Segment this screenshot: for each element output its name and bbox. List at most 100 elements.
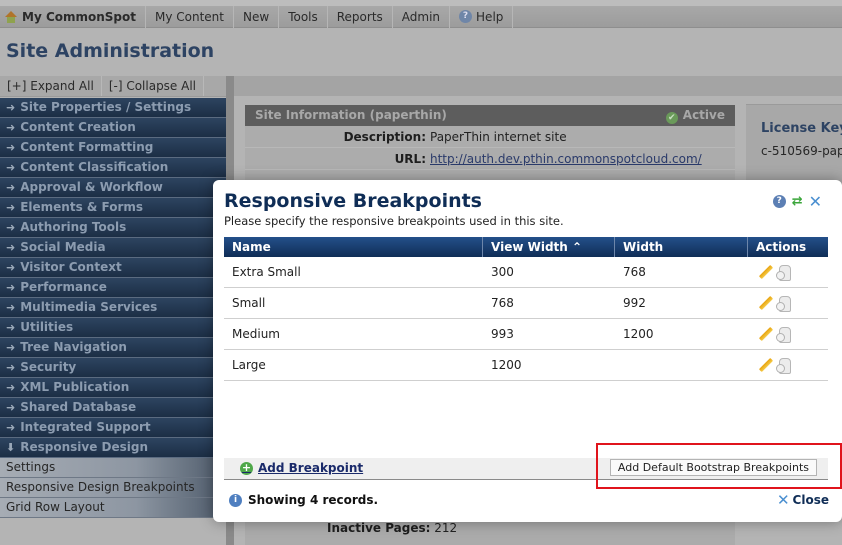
help-icon[interactable]: ? (772, 195, 786, 208)
sidebar-item-shared-database[interactable]: ➜ Shared Database (0, 398, 226, 418)
sidebar-item-content-classification[interactable]: ➜ Content Classification (0, 158, 226, 178)
arrow-right-icon: ➜ (6, 421, 16, 434)
sidebar-item-content-creation[interactable]: ➜ Content Creation (0, 118, 226, 138)
sidebar-item-label: Social Media (20, 240, 106, 254)
status-badge: ✔ Active (665, 105, 725, 126)
page-title: Site Administration (6, 40, 215, 62)
sidebar-item-label: Shared Database (20, 400, 137, 414)
site-info-header: Site Information (paperthin) ✔ Active (245, 105, 735, 126)
site-info-panel: Site Information (paperthin) ✔ Active Des… (245, 105, 735, 185)
sidebar-item-label: Content Classification (20, 160, 169, 174)
table-row: Small 768 992 (224, 288, 828, 319)
sidebar-subitem-settings[interactable]: Settings (0, 458, 226, 478)
site-info-title: Site Information (paperthin) (255, 108, 447, 122)
sidebar-item-integrated-support[interactable]: ➜ Integrated Support (0, 418, 226, 438)
delete-icon[interactable] (776, 326, 791, 343)
sidebar-item-label: Approval & Workflow (20, 180, 163, 194)
sidebar-item-security[interactable]: ➜ Security (0, 358, 226, 378)
sidebar-item-visitor-context[interactable]: ➜ Visitor Context (0, 258, 226, 278)
table-header: Name View Width ⌃ Width Actions (224, 237, 828, 257)
sidebar-item-label: Site Properties / Settings (20, 100, 192, 114)
table-row: Medium 993 1200 (224, 319, 828, 350)
nav-help[interactable]: ? Help (450, 5, 514, 28)
description-label: Description: (343, 130, 426, 144)
expand-all-button[interactable]: [+] Expand All (0, 76, 102, 96)
table-row: Extra Small 300 768 (224, 257, 828, 288)
url-link[interactable]: http://auth.dev.pthin.commonspotcloud.co… (430, 148, 702, 169)
description-value: PaperThin internet site (430, 130, 567, 144)
delete-icon[interactable] (776, 357, 791, 374)
edit-icon[interactable] (758, 265, 773, 280)
arrow-right-icon: ➜ (6, 301, 16, 314)
dialog-action-bar: + Add Breakpoint Add Default Bootstrap B… (224, 458, 828, 480)
edit-icon[interactable] (758, 327, 773, 342)
inactive-pages: Inactive Pages: 212 (327, 521, 457, 535)
column-header-view-width[interactable]: View Width ⌃ (483, 237, 615, 257)
refresh-icon[interactable]: ⇄ (792, 195, 803, 208)
sidebar-item-elements-forms[interactable]: ➜ Elements & Forms (0, 198, 226, 218)
cell-width: 992 (623, 296, 646, 310)
arrow-right-icon: ➜ (6, 361, 16, 374)
check-icon: ✔ (665, 112, 678, 124)
nav-reports[interactable]: Reports (328, 5, 393, 28)
add-breakpoint-link[interactable]: + Add Breakpoint (240, 461, 363, 475)
sidebar-item-label: Authoring Tools (20, 220, 127, 234)
sidebar-subitem-grid-row-layout[interactable]: Grid Row Layout (0, 498, 226, 518)
help-icon: ? (459, 10, 473, 23)
sidebar-item-utilities[interactable]: ➜ Utilities (0, 318, 226, 338)
sidebar-item-site-properties[interactable]: ➜ Site Properties / Settings (0, 98, 226, 118)
status-text: Showing 4 records. (248, 493, 379, 507)
arrow-right-icon: ➜ (6, 201, 16, 214)
nav-tools[interactable]: Tools (279, 5, 328, 28)
add-default-bootstrap-breakpoints-button[interactable]: Add Default Bootstrap Breakpoints (609, 459, 817, 476)
close-icon: ✕ (776, 491, 790, 509)
delete-icon[interactable] (776, 295, 791, 312)
sidebar-item-label: Tree Navigation (20, 340, 127, 354)
sidebar-item-label: Integrated Support (20, 420, 151, 434)
sidebar-item-multimedia-services[interactable]: ➜ Multimedia Services (0, 298, 226, 318)
collapse-all-button[interactable]: [-] Collapse All (102, 76, 205, 96)
sidebar-item-xml-publication[interactable]: ➜ XML Publication (0, 378, 226, 398)
edit-icon[interactable] (758, 296, 773, 311)
sidebar-item-label: XML Publication (20, 380, 130, 394)
column-header-actions: Actions (756, 240, 807, 254)
delete-icon[interactable] (776, 264, 791, 281)
inactive-pages-label: Inactive Pages: (327, 521, 431, 535)
dialog-subtitle: Please specify the responsive breakpoint… (224, 214, 564, 228)
column-header-width[interactable]: Width (615, 237, 748, 257)
url-label: URL: (394, 152, 426, 166)
inactive-pages-value: 212 (434, 521, 458, 535)
cell-actions (748, 350, 828, 380)
edit-icon[interactable] (758, 358, 773, 373)
nav-my-content[interactable]: My Content (146, 5, 234, 28)
nav-new[interactable]: New (234, 5, 280, 28)
sidebar-item-label: Elements & Forms (20, 200, 144, 214)
sidebar-item-label: Utilities (20, 320, 74, 334)
cell-name: Medium (232, 327, 280, 341)
sidebar-item-label: Responsive Design (20, 440, 148, 454)
sidebar-item-tree-navigation[interactable]: ➜ Tree Navigation (0, 338, 226, 358)
sidebar-item-content-formatting[interactable]: ➜ Content Formatting (0, 138, 226, 158)
arrow-right-icon: ➜ (6, 261, 16, 274)
table-row: Large 1200 (224, 350, 828, 381)
sidebar-subitem-responsive-breakpoints[interactable]: Responsive Design Breakpoints (0, 478, 226, 498)
arrow-right-icon: ➜ (6, 221, 16, 234)
url-row: URL: http://auth.dev.pthin.commonspotclo… (245, 148, 735, 170)
sidebar-item-label: Performance (20, 280, 107, 294)
sidebar-item-performance[interactable]: ➜ Performance (0, 278, 226, 298)
arrow-right-icon: ➜ (6, 381, 16, 394)
nav-admin[interactable]: Admin (393, 5, 451, 28)
cell-name: Extra Small (232, 265, 301, 279)
nav-my-commonspot[interactable]: My CommonSpot (0, 5, 146, 28)
cell-width (615, 350, 748, 380)
close-button[interactable]: ✕ Close (776, 491, 829, 509)
cell-name: Large (232, 358, 266, 372)
close-icon[interactable]: ✕ (809, 194, 822, 210)
sidebar-item-authoring-tools[interactable]: ➜ Authoring Tools (0, 218, 226, 238)
sidebar-item-label: Visitor Context (20, 260, 122, 274)
sidebar-item-responsive-design[interactable]: ⬇ Responsive Design (0, 438, 226, 458)
sidebar-item-approval-workflow[interactable]: ➜ Approval & Workflow (0, 178, 226, 198)
sidebar-item-social-media[interactable]: ➜ Social Media (0, 238, 226, 258)
license-title: License Key (761, 121, 842, 136)
column-header-name[interactable]: Name (224, 237, 483, 257)
